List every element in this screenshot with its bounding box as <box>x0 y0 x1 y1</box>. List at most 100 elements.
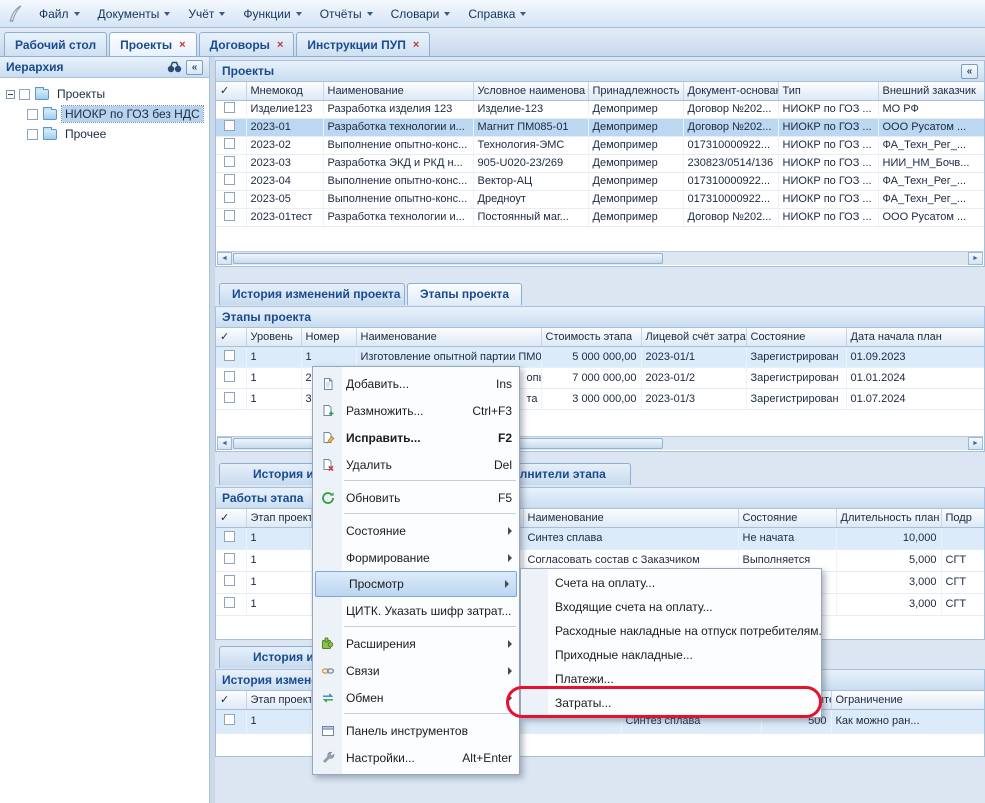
expander-icon[interactable] <box>6 90 15 99</box>
row-checkbox[interactable] <box>224 192 235 203</box>
menu-item-add[interactable]: Добавить... Ins <box>313 370 519 397</box>
column-header[interactable]: Уровень <box>246 328 301 346</box>
column-header[interactable]: Условное наименова <box>473 82 588 100</box>
row-checkbox[interactable] <box>224 350 235 361</box>
project-row[interactable]: 2023-04Выполнение опытно-конс...Вектор-А… <box>216 172 985 190</box>
close-icon[interactable]: × <box>179 40 185 50</box>
column-header[interactable]: Ограничение <box>831 691 985 709</box>
scroll-thumb[interactable] <box>233 253 663 264</box>
project-row[interactable]: 2023-05Выполнение опытно-конс...Дредноут… <box>216 190 985 208</box>
row-checkbox[interactable] <box>224 138 235 149</box>
project-row[interactable]: 2023-01тестРазработка технологии и...Пос… <box>216 208 985 226</box>
column-header[interactable]: Наименование <box>523 509 738 527</box>
submenu-item-incoming-invoices[interactable]: Входящие счета на оплату... <box>521 595 821 619</box>
menu-item-exchange[interactable]: Обмен <box>313 684 519 711</box>
close-icon[interactable]: × <box>277 40 283 50</box>
project-row[interactable]: 2023-02Выполнение опытно-конс...Технолог… <box>216 136 985 154</box>
horizontal-scrollbar[interactable]: ◄ ► <box>217 251 983 265</box>
menu-item-extensions[interactable]: Расширения <box>313 630 519 657</box>
close-icon[interactable]: × <box>413 40 419 50</box>
submenu-item-costs[interactable]: Затраты... <box>521 691 821 715</box>
row-checkbox[interactable] <box>224 120 235 131</box>
menu-item-delete[interactable]: Удалить Del <box>313 451 519 478</box>
menu-accounting[interactable]: Учёт <box>179 4 234 24</box>
menu-item-refresh[interactable]: Обновить F5 <box>313 484 519 511</box>
menu-file[interactable]: Файл <box>30 4 89 24</box>
column-header[interactable]: Номер <box>301 328 356 346</box>
tab-projects[interactable]: Проекты× <box>109 32 197 56</box>
menu-item-toolbar[interactable]: Панель инструментов <box>313 717 519 744</box>
select-all-header[interactable]: ✓ <box>216 509 246 527</box>
row-checkbox[interactable] <box>224 156 235 167</box>
menu-reports[interactable]: Отчёты <box>311 4 382 24</box>
submenu-item-payments[interactable]: Платежи... <box>521 667 821 691</box>
column-header[interactable]: Этап проекта <box>246 509 311 527</box>
menu-functions[interactable]: Функции <box>234 4 310 24</box>
row-checkbox[interactable] <box>224 371 235 382</box>
row-checkbox[interactable] <box>224 714 235 725</box>
column-header[interactable]: Подр <box>941 509 985 527</box>
menu-help[interactable]: Справка <box>459 4 535 24</box>
row-checkbox[interactable] <box>224 575 235 586</box>
column-header[interactable]: Принадлежность <box>588 82 683 100</box>
scroll-left-icon[interactable]: ◄ <box>217 252 232 265</box>
project-row-selected[interactable]: 2023-01Разработка технологии и...Магнит … <box>216 118 985 136</box>
column-header[interactable]: Состояние <box>738 509 836 527</box>
select-all-header[interactable]: ✓ <box>216 691 246 709</box>
row-checkbox[interactable] <box>224 174 235 185</box>
column-header[interactable]: Документ-основан <box>683 82 778 100</box>
scroll-right-icon[interactable]: ► <box>968 252 983 265</box>
menu-item-state[interactable]: Состояние <box>313 517 519 544</box>
column-header-sorted[interactable]: Длительность план▼ <box>836 509 941 527</box>
menu-documents[interactable]: Документы <box>89 4 180 24</box>
select-all-header[interactable]: ✓ <box>216 82 246 100</box>
row-checkbox[interactable] <box>224 210 235 221</box>
menu-item-forming[interactable]: Формирование <box>313 544 519 571</box>
search-icon[interactable] <box>167 61 182 73</box>
tree-node-projects[interactable]: Проекты <box>0 84 209 104</box>
menu-item-duplicate[interactable]: Размножить... Ctrl+F3 <box>313 397 519 424</box>
row-checkbox[interactable] <box>224 597 235 608</box>
column-header[interactable]: Дата начала план <box>846 328 985 346</box>
project-row[interactable]: 2023-03Разработка ЭКД и РКД н...905-U020… <box>216 154 985 172</box>
tree-node-other[interactable]: Прочее <box>0 124 209 144</box>
menu-item-links[interactable]: Связи <box>313 657 519 684</box>
menu-item-edit[interactable]: Исправить... F2 <box>313 424 519 451</box>
submenu-item-invoices[interactable]: Счета на оплату... <box>521 571 821 595</box>
tab-contracts[interactable]: Договоры× <box>199 32 295 56</box>
menu-dictionaries[interactable]: Словари <box>382 4 460 24</box>
row-checkbox[interactable] <box>224 531 235 542</box>
scroll-right-icon[interactable]: ► <box>968 437 983 450</box>
node-checkbox[interactable] <box>19 89 30 100</box>
project-row[interactable]: Изделие123Разработка изделия 123Изделие-… <box>216 100 985 118</box>
menu-item-view[interactable]: Просмотр <box>315 571 517 597</box>
column-header[interactable]: Внешний заказчик <box>878 82 985 100</box>
submenu-item-receipt-waybills[interactable]: Приходные накладные... <box>521 643 821 667</box>
tree-node-niokr[interactable]: НИОКР по ГОЗ без НДС <box>0 104 209 124</box>
column-header[interactable]: Наименование <box>356 328 541 346</box>
node-checkbox[interactable] <box>27 129 38 140</box>
column-header[interactable]: Состояние <box>746 328 846 346</box>
node-checkbox[interactable] <box>27 109 38 120</box>
column-header[interactable]: Мнемокод <box>246 82 323 100</box>
column-header[interactable]: Стоимость этапа <box>541 328 641 346</box>
tab-project-history[interactable]: История изменений проекта <box>219 283 405 305</box>
stage-row[interactable]: 11Изготовление опытной партии ПМ0...5 00… <box>216 346 985 367</box>
submenu-item-expense-waybills[interactable]: Расходные накладные на отпуск потребител… <box>521 619 821 643</box>
row-checkbox[interactable] <box>224 392 235 403</box>
column-header[interactable]: Этап проекта <box>246 691 311 709</box>
column-header[interactable]: Тип <box>778 82 878 100</box>
column-header[interactable]: Лицевой счёт затрат <box>641 328 746 346</box>
scroll-left-icon[interactable]: ◄ <box>217 437 232 450</box>
collapse-sidebar-icon[interactable]: « <box>186 60 203 75</box>
row-checkbox[interactable] <box>224 102 235 113</box>
menu-item-citk-cost-code[interactable]: ЦИТК. Указать шифр затрат... <box>313 597 519 624</box>
menu-item-settings[interactable]: Настройки... Alt+Enter <box>313 744 519 771</box>
tab-project-stages[interactable]: Этапы проекта <box>407 283 522 305</box>
column-header[interactable]: Наименование <box>323 82 473 100</box>
tab-desktop[interactable]: Рабочий стол <box>4 32 107 56</box>
collapse-panel-icon[interactable]: « <box>961 64 978 79</box>
row-checkbox[interactable] <box>224 553 235 564</box>
select-all-header[interactable]: ✓ <box>216 328 246 346</box>
tab-instructions[interactable]: Инструкции ПУП× <box>296 32 430 56</box>
